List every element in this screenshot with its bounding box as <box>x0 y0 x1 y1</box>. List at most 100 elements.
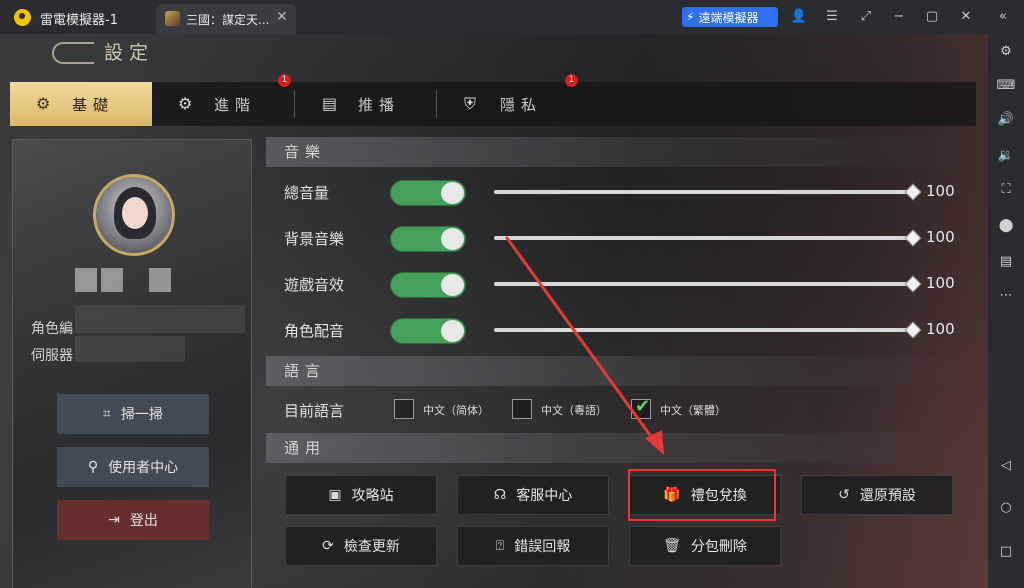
language-checkbox-simplified[interactable] <box>394 399 414 419</box>
tab-basic[interactable]: ⚙ 基礎 <box>10 82 152 126</box>
tab-privacy-badge: 1 <box>565 74 578 87</box>
language-option-traditional: 中文（繁體） <box>660 404 726 417</box>
guide-label: 攻略站 <box>351 488 394 504</box>
refresh-icon: ⟳ <box>322 538 334 554</box>
settings-tabbar: ⚙ 基礎 ⚙ 進階 1 ▤ 推播 ⛨ 隱私 1 <box>10 74 976 126</box>
tab-advanced-label: 進階 <box>214 95 257 114</box>
redacted-name <box>75 268 97 292</box>
keyboard-icon[interactable]: ⌨ <box>988 74 1024 98</box>
language-checkbox-traditional[interactable]: ✔ <box>631 396 651 419</box>
close-window-button[interactable]: ✕ <box>955 7 977 27</box>
tab-privacy[interactable]: ⛨ 隱私 <box>438 82 580 126</box>
bgm-toggle[interactable] <box>390 226 466 252</box>
master-volume-slider-handle[interactable] <box>904 183 922 201</box>
game-settings-screen: 設定 ⚙ 基礎 ⚙ 進階 1 ▤ 推播 ⛨ 隱私 1 角色編 伺服器 ⌗ 掃一掃… <box>0 34 988 588</box>
minimize-button[interactable]: − <box>888 7 910 27</box>
voice-slider[interactable] <box>494 328 914 332</box>
trash-icon: 🗑 <box>663 538 681 554</box>
emulator-titlebar: 雷電模擬器-1 三國：謀定天... ✕ ⚡ 遠端模擬器 👤 ☰ ⤢ − ▢ ✕ … <box>0 0 1024 34</box>
delete-package-button[interactable]: 🗑 分包刪除 <box>629 526 781 566</box>
tab-privacy-label: 隱私 <box>500 95 543 114</box>
master-volume-slider[interactable] <box>494 190 914 194</box>
delete-package-label: 分包刪除 <box>690 539 747 555</box>
guide-icon: ▣ <box>328 487 342 503</box>
user-center-button[interactable]: ⚲ 使用者中心 <box>57 447 209 487</box>
check-update-label: 檢查更新 <box>343 539 400 555</box>
avatar[interactable] <box>93 174 175 256</box>
sfx-slider[interactable] <box>494 282 914 286</box>
toggle-knob <box>441 274 464 296</box>
more-icon[interactable]: ⋯ <box>988 284 1024 308</box>
page-title: 設定 <box>104 42 155 64</box>
tab-push-label: 推播 <box>358 95 401 114</box>
sfx-slider-handle[interactable] <box>904 275 922 293</box>
reset-defaults-button[interactable]: ↺ 還原預設 <box>801 475 953 515</box>
home-icon[interactable]: ○ <box>988 496 1024 520</box>
voice-toggle[interactable] <box>390 318 466 344</box>
master-volume-value: 100 <box>926 182 955 200</box>
back-arrow-icon[interactable] <box>52 42 94 64</box>
settings-icon[interactable]: ⚙ <box>988 40 1024 64</box>
game-icon <box>165 11 180 26</box>
reset-icon: ↺ <box>838 487 850 503</box>
bgm-slider[interactable] <box>494 236 914 240</box>
sfx-value: 100 <box>926 274 955 292</box>
guide-button[interactable]: ▣ 攻略站 <box>285 475 437 515</box>
sfx-label: 遊戲音效 <box>284 276 345 294</box>
logout-button[interactable]: ⇥ 登出 <box>57 500 209 540</box>
redacted-info <box>75 305 245 333</box>
redacted-name <box>149 268 171 292</box>
recent-apps-icon[interactable]: □ <box>988 540 1024 564</box>
redacted-name <box>101 268 123 292</box>
chat-icon: ▤ <box>322 94 344 113</box>
tab-divider <box>436 90 437 118</box>
headset-icon: ☊ <box>493 487 507 503</box>
remote-emulator-label: 遠端模擬器 <box>698 10 759 25</box>
master-volume-label: 總音量 <box>284 184 330 202</box>
tab-basic-label: 基礎 <box>72 95 115 114</box>
remote-emulator-button[interactable]: ⚡ 遠端模擬器 <box>682 7 778 27</box>
collapse-sidebar-icon[interactable]: « <box>992 7 1014 27</box>
redacted-info <box>75 336 185 362</box>
role-label: 角色編 <box>31 321 73 337</box>
back-icon[interactable]: ◁ <box>988 454 1024 478</box>
tab-advanced[interactable]: ⚙ 進階 <box>152 82 294 126</box>
avatar-face <box>122 197 148 229</box>
game-tab[interactable]: 三國：謀定天... ✕ <box>156 4 296 34</box>
app-logo-icon <box>14 9 31 26</box>
bgm-slider-handle[interactable] <box>904 229 922 247</box>
volume-down-icon[interactable]: 🔉 <box>988 144 1024 168</box>
master-volume-toggle[interactable] <box>390 180 466 206</box>
multi-window-icon[interactable]: ▤ <box>988 250 1024 274</box>
sfx-toggle[interactable] <box>390 272 466 298</box>
location-icon[interactable]: ⬤ <box>988 214 1024 238</box>
error-report-label: 錯誤回報 <box>514 539 571 555</box>
logout-label: 登出 <box>129 513 158 529</box>
check-update-button[interactable]: ⟳ 檢查更新 <box>285 526 437 566</box>
tab-divider <box>294 90 295 118</box>
volume-up-icon[interactable]: 🔊 <box>988 108 1024 132</box>
emulator-sidebar: ⚙ ⌨ 🔊 🔉 ⛶ ⬤ ▤ ⋯ ◁ ○ □ <box>988 34 1024 588</box>
error-report-button[interactable]: ⍰ 錯誤回報 <box>457 526 609 566</box>
user-center-label: 使用者中心 <box>108 460 179 476</box>
shield-icon: ⛨ <box>464 94 483 113</box>
voice-value: 100 <box>926 320 955 338</box>
language-section-header: 語言 <box>266 356 976 386</box>
gear-icon: ⚙ <box>36 94 57 113</box>
maximize-button[interactable]: ▢ <box>921 7 943 27</box>
close-tab-icon[interactable]: ✕ <box>276 9 288 25</box>
voice-label: 角色配音 <box>284 322 345 340</box>
account-icon[interactable]: 👤 <box>788 7 810 27</box>
screenshot-icon[interactable]: ⛶ <box>988 178 1024 202</box>
support-button[interactable]: ☊ 客服中心 <box>457 475 609 515</box>
window-resize-icon[interactable]: ⤢ <box>855 7 877 27</box>
scan-button[interactable]: ⌗ 掃一掃 <box>57 394 209 434</box>
scan-icon: ⌗ <box>103 406 111 422</box>
report-icon: ⍰ <box>495 538 505 554</box>
app-title: 雷電模擬器-1 <box>40 13 118 28</box>
voice-slider-handle[interactable] <box>904 321 922 339</box>
language-checkbox-cantonese[interactable] <box>512 399 532 419</box>
tab-push[interactable]: ▤ 推播 <box>296 82 438 126</box>
toggle-knob <box>441 228 464 250</box>
menu-icon[interactable]: ☰ <box>821 7 843 27</box>
